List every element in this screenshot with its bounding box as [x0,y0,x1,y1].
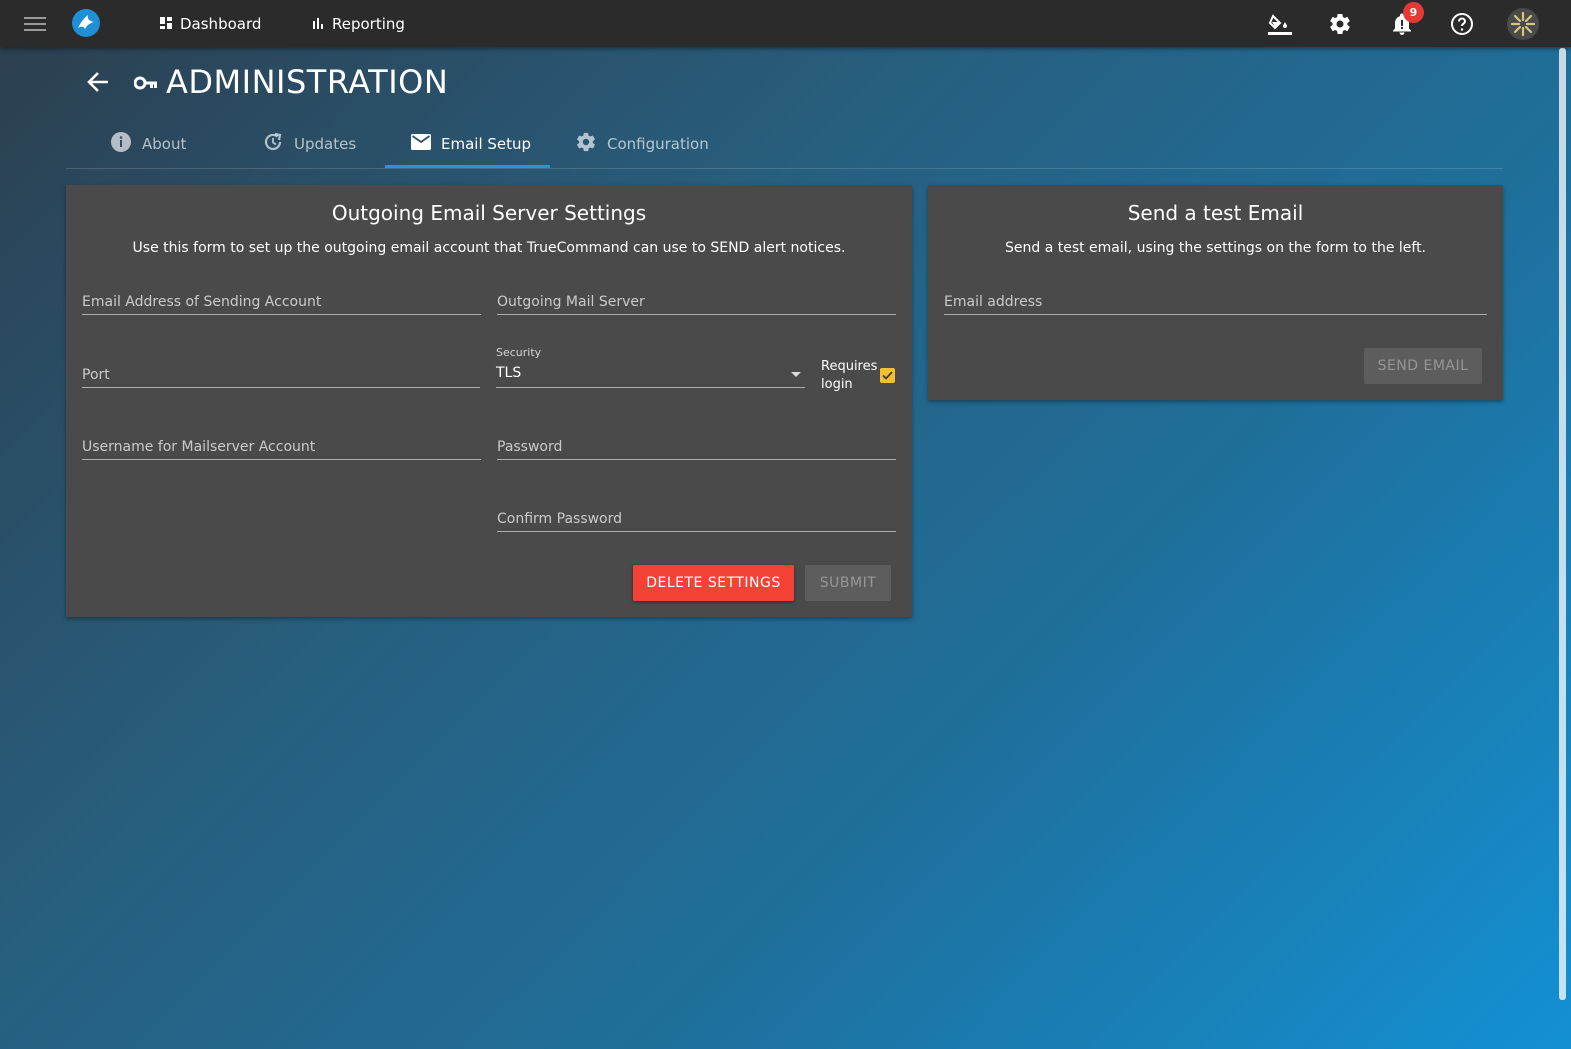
port-input[interactable] [82,367,480,383]
bar-chart-icon [312,15,324,33]
back-button[interactable] [84,66,114,98]
page-scrollbar[interactable] [1559,48,1566,1000]
arrow-back-icon [84,72,112,102]
email-icon [411,133,431,154]
password-input[interactable] [497,439,896,455]
delete-settings-button[interactable]: DELETE SETTINGS [633,565,794,601]
info-icon [110,131,132,157]
settings-gear-icon[interactable] [1326,10,1354,38]
tab-configuration[interactable]: Configuration [575,120,709,167]
password-field [497,429,896,460]
tab-updates-label: Updates [294,134,357,153]
truecommand-logo-icon[interactable] [70,7,102,39]
test-email-card: Send a test Email Send a test email, usi… [928,185,1503,400]
user-avatar-icon[interactable] [1507,8,1539,40]
test-email-field [944,284,1487,315]
send-email-button[interactable]: SEND EMAIL [1364,348,1482,384]
page-title: ADMINISTRATION [166,63,449,101]
submit-button[interactable]: SUBMIT [805,565,891,601]
gear-icon [575,131,597,157]
top-app-bar: Dashboard Reporting 9 [0,0,1571,47]
tab-email-setup[interactable]: Email Setup [411,120,531,167]
nav-dashboard-link[interactable]: Dashboard [160,0,261,47]
username-field [82,429,481,460]
nav-reporting-label: Reporting [332,14,405,33]
mail-server-input[interactable] [497,294,896,310]
sending-email-field [82,284,481,315]
username-input[interactable] [82,439,481,455]
outgoing-settings-title: Outgoing Email Server Settings [331,201,647,225]
tab-about[interactable]: About [110,120,186,167]
mail-server-field [497,284,896,315]
tab-email-setup-label: Email Setup [441,134,532,153]
requires-login-checkbox[interactable] [880,368,895,383]
nav-reporting-link[interactable]: Reporting [312,0,405,47]
requires-login-label: Requires login [821,359,878,392]
nav-dashboard-label: Dashboard [180,14,262,33]
security-select[interactable]: TLS [496,357,805,388]
help-circle-icon[interactable] [1448,10,1476,38]
sending-email-input[interactable] [82,294,481,310]
tab-configuration-label: Configuration [607,134,709,153]
test-email-title: Send a test Email [1127,201,1304,225]
chevron-down-icon [791,372,801,377]
key-icon [133,74,158,92]
tab-updates[interactable]: Updates [262,120,356,167]
outgoing-email-settings-card: Outgoing Email Server Settings Use this … [66,185,912,617]
admin-tabs: About Updates Email Setup Configuration [66,120,1503,169]
theme-paint-bucket-icon[interactable] [1266,10,1294,38]
outgoing-settings-description: Use this form to set up the outgoing ema… [132,240,846,256]
port-field [82,357,480,388]
update-refresh-icon [262,131,284,157]
hamburger-menu-icon[interactable] [22,12,48,36]
confirm-password-field [497,501,896,532]
checkmark-icon [882,371,893,380]
confirm-password-input[interactable] [497,511,896,527]
test-email-description: Send a test email, using the settings on… [1004,240,1427,256]
notification-count-badge: 9 [1403,2,1424,23]
dashboard-grid-icon [160,15,172,33]
tab-about-label: About [142,134,187,153]
active-tab-indicator [385,165,550,168]
security-selected-value: TLS [496,365,522,381]
test-email-input[interactable] [944,294,1487,310]
